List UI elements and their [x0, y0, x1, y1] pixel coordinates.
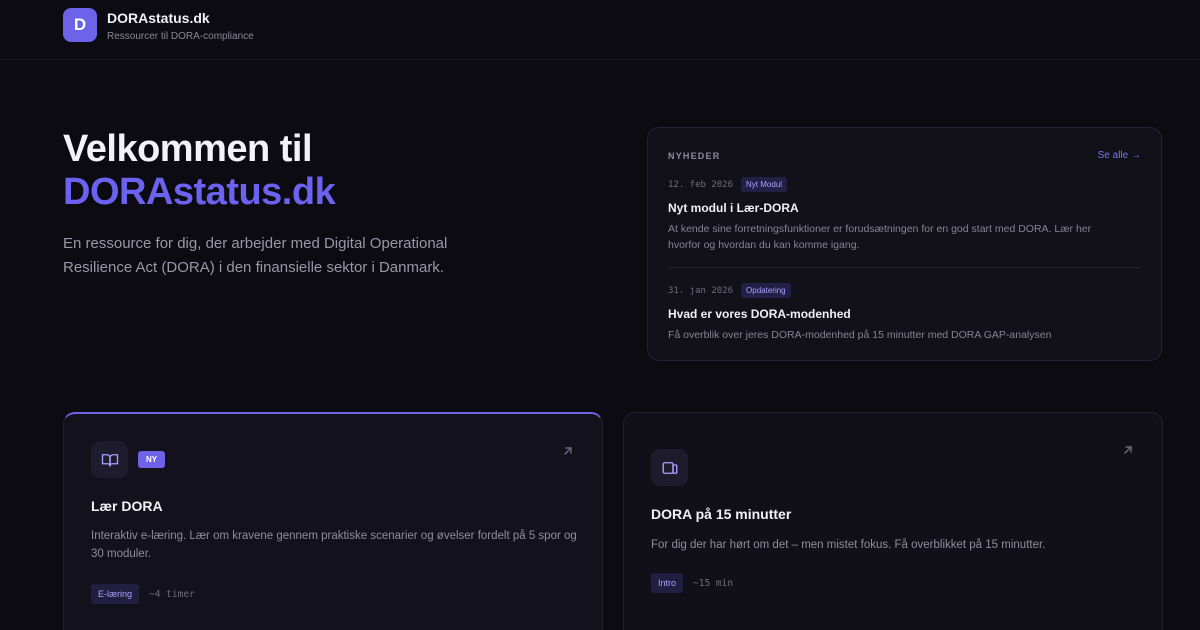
card-title: DORA på 15 minutter	[651, 506, 792, 522]
card-desc: Interaktiv e-læring. Lær om kravene genn…	[91, 530, 577, 560]
see-all-link[interactable]: Se alle →	[1098, 150, 1141, 161]
news-tag: Opdatering	[741, 283, 791, 298]
external-arrow-icon[interactable]	[1122, 443, 1134, 461]
slides-icon	[651, 449, 688, 486]
news-tag: Nyt Modul	[741, 177, 788, 192]
hero-title-line1: Velkommen til	[63, 128, 313, 170]
brand-name[interactable]: DORAstatus.dk	[107, 10, 254, 27]
hero-title: Velkommen til DORAstatus.dk	[63, 128, 336, 214]
brand-tagline: Ressourcer til DORA-compliance	[107, 30, 254, 42]
news-title[interactable]: Nyt modul i Lær-DORA	[668, 201, 1141, 215]
brand: DORAstatus.dk Ressourcer til DORA-compli…	[107, 10, 254, 42]
news-date: 12. feb 2026	[668, 179, 734, 190]
external-arrow-icon[interactable]	[562, 444, 574, 462]
hero-title-line2: DORAstatus.dk	[63, 171, 336, 213]
category-chip: Intro	[651, 573, 684, 593]
news-desc: Få overblik over jeres DORA-modenhed på …	[668, 329, 1052, 341]
news-header: NYHEDER Se alle →	[668, 150, 1141, 161]
news-desc: At kende sine forretningsfunktioner er f…	[668, 223, 1092, 251]
card-dora-15-min[interactable]: DORA på 15 minutter For dig der har hørt…	[623, 412, 1163, 630]
news-date: 31. jan 2026	[668, 285, 734, 296]
news-label: NYHEDER	[668, 150, 721, 161]
card-laer-dora[interactable]: NY Lær DORA Interaktiv e-læring. Lær om …	[63, 412, 603, 630]
news-meta: 31. jan 2026 Opdatering	[668, 283, 1141, 298]
card-footer: E-læring ~4 timer	[91, 584, 195, 604]
logo-badge[interactable]: D	[63, 7, 97, 42]
category-chip: E-læring	[91, 584, 140, 604]
new-badge: NY	[138, 451, 166, 468]
card-footer: Intro ~15 min	[651, 573, 733, 593]
news-meta: 12. feb 2026 Nyt Modul	[668, 177, 1141, 192]
news-item[interactable]: 12. feb 2026 Nyt Modul Nyt modul i Lær-D…	[668, 161, 1141, 253]
duration: ~4 timer	[149, 588, 195, 600]
news-panel: NYHEDER Se alle → 12. feb 2026 Nyt Modul…	[647, 127, 1162, 361]
news-title[interactable]: Hvad er vores DORA-modenhed	[668, 307, 1141, 321]
news-item[interactable]: 31. jan 2026 Opdatering Hvad er vores DO…	[668, 267, 1141, 343]
card-title: Lær DORA	[91, 498, 163, 514]
site-header: D DORAstatus.dk Ressourcer til DORA-comp…	[0, 0, 1200, 60]
hero-subtitle: En ressource for dig, der arbejder med D…	[63, 235, 448, 276]
card-desc: For dig der har hørt om det – men mistet…	[651, 539, 1046, 551]
book-icon	[91, 441, 128, 478]
duration: ~15 min	[693, 577, 734, 589]
